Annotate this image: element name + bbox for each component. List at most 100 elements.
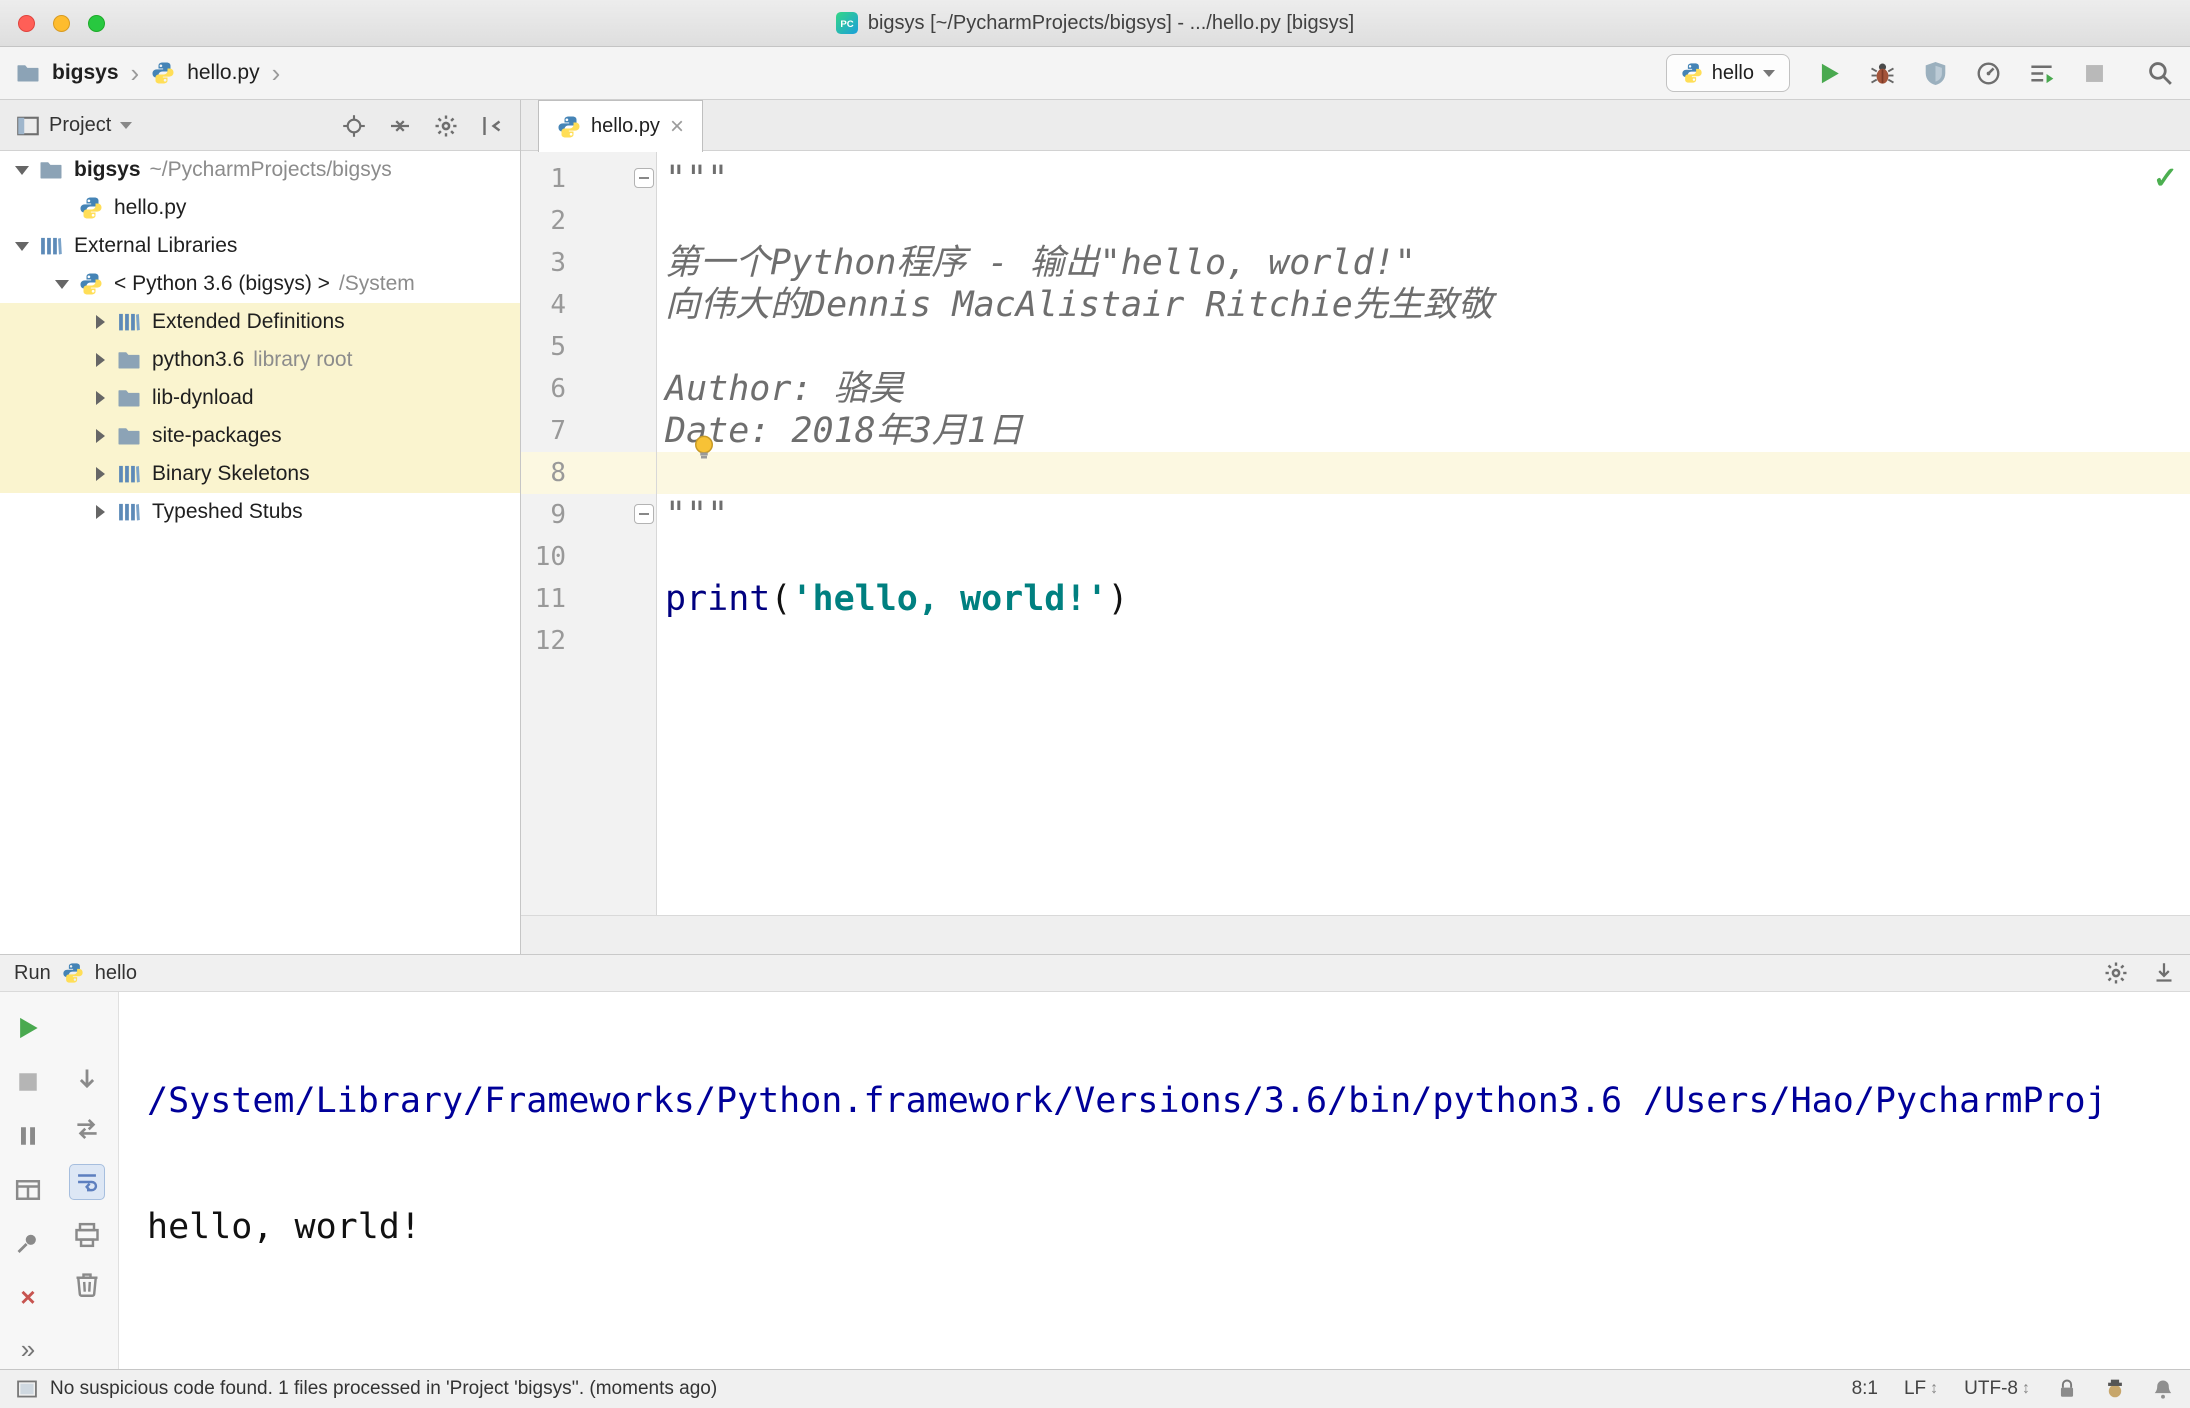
hide-panel-icon[interactable] (480, 114, 504, 138)
tree-item-typeshed-stubs[interactable]: Typeshed Stubs (0, 493, 520, 531)
settings-gear-icon[interactable] (434, 114, 458, 138)
gutter-cell[interactable]: 9 (521, 494, 656, 536)
rerun-button[interactable] (14, 1014, 42, 1042)
code-paren: ) (1107, 579, 1129, 619)
gutter-cell[interactable]: 1 (521, 158, 656, 200)
gutter-cell[interactable]: 8 (521, 452, 656, 494)
stop-button[interactable] (14, 1068, 42, 1096)
zoom-window-button[interactable] (88, 15, 105, 32)
collapsed-arrow-icon[interactable] (95, 467, 105, 481)
code-line[interactable]: 6 Author: 骆昊 (521, 368, 2190, 410)
run-config-name[interactable]: hello (95, 962, 137, 985)
hector-inspection-icon[interactable] (2104, 1378, 2126, 1400)
gutter-cell[interactable]: 5 (521, 326, 656, 368)
caret-position-widget[interactable]: 8:1 (1852, 1378, 1878, 1400)
gutter-cell[interactable]: 4 (521, 284, 656, 326)
gutter-cell[interactable]: 11 (521, 578, 656, 620)
tree-item-external-libraries[interactable]: External Libraries (0, 227, 520, 265)
code-editor[interactable]: 1 """ 2 3 第一个Python程序 - 输出"hello, world!… (521, 151, 2190, 915)
stop-button[interactable] (2081, 60, 2108, 87)
code-string-literal: 'hello, world!' (791, 579, 1108, 619)
code-line[interactable]: 4 向伟大的Dennis MacAlistair Ritchie先生致敬 (521, 284, 2190, 326)
code-line[interactable]: 9 """ (521, 494, 2190, 536)
collapsed-arrow-icon[interactable] (95, 353, 105, 367)
pin-tab-button[interactable] (14, 1230, 42, 1258)
editor-bottom-strip (521, 915, 2190, 954)
notifications-bell-icon[interactable] (2152, 1378, 2174, 1400)
status-message[interactable]: No suspicious code found. 1 files proces… (50, 1378, 717, 1400)
soft-wrap-toggle[interactable] (69, 1164, 105, 1200)
coverage-button[interactable] (1922, 60, 1949, 87)
code-line[interactable]: 3 第一个Python程序 - 输出"hello, world!" (521, 242, 2190, 284)
more-actions-icon[interactable]: » (21, 1336, 35, 1362)
breadcrumb-file[interactable]: hello.py (187, 61, 259, 85)
gutter-cell[interactable]: 3 (521, 242, 656, 284)
code-line[interactable]: 12 (521, 620, 2190, 662)
restore-layout-button[interactable] (14, 1176, 42, 1204)
project-panel-title[interactable]: Project (49, 114, 111, 137)
collapsed-arrow-icon[interactable] (95, 315, 105, 329)
run-console[interactable]: /System/Library/Frameworks/Python.framew… (119, 992, 2190, 1369)
tree-item-bigsys-root[interactable]: bigsys ~/PycharmProjects/bigsys (0, 151, 520, 189)
inspection-ok-icon[interactable]: ✓ (2153, 161, 2178, 196)
print-button[interactable] (73, 1221, 101, 1249)
run-panel-title[interactable]: Run (14, 962, 51, 985)
gutter-cell[interactable]: 2 (521, 200, 656, 242)
tree-item-hello-py[interactable]: hello.py (0, 189, 520, 227)
breadcrumb-project[interactable]: bigsys (52, 61, 119, 85)
code-line[interactable]: 2 (521, 200, 2190, 242)
expanded-arrow-icon[interactable] (15, 241, 29, 251)
toolbar-actions: hello (1665, 54, 2174, 92)
collapsed-arrow-icon[interactable] (95, 429, 105, 443)
settings-gear-icon[interactable] (2104, 961, 2128, 985)
close-tab-icon[interactable]: × (670, 114, 684, 139)
background-tasks-icon[interactable] (16, 1378, 38, 1400)
code-line[interactable]: 7 Date: 2018年3月1日 (521, 410, 2190, 452)
scroll-from-source-icon[interactable] (342, 114, 366, 138)
tree-item-site-packages[interactable]: site-packages (0, 417, 520, 455)
collapsed-arrow-icon[interactable] (95, 391, 105, 405)
collapse-all-icon[interactable] (388, 114, 412, 138)
tree-item-python36-library-root[interactable]: python3.6 library root (0, 341, 520, 379)
scroll-to-end-icon[interactable] (2152, 961, 2176, 985)
tree-item-extended-definitions[interactable]: Extended Definitions (0, 303, 520, 341)
panel-splitter[interactable] (520, 100, 521, 954)
tree-item-lib-dynload[interactable]: lib-dynload (0, 379, 520, 417)
run-with-console-button[interactable] (2028, 60, 2055, 87)
code-line-current[interactable]: 8 (521, 452, 2190, 494)
fold-marker-icon[interactable] (634, 168, 654, 188)
search-everywhere-button[interactable] (2146, 59, 2174, 87)
gutter-cell[interactable]: 7 (521, 410, 656, 452)
code-line[interactable]: 10 (521, 536, 2190, 578)
run-configuration-selector[interactable]: hello (1665, 54, 1790, 92)
fold-marker-icon[interactable] (634, 504, 654, 524)
collapsed-arrow-icon[interactable] (95, 505, 105, 519)
expanded-arrow-icon[interactable] (15, 165, 29, 175)
intention-lightbulb-icon[interactable] (689, 433, 719, 463)
gutter-cell[interactable]: 6 (521, 368, 656, 410)
swap-arrows-button[interactable] (73, 1115, 101, 1143)
expanded-arrow-icon[interactable] (55, 279, 69, 289)
line-number: 11 (534, 584, 566, 614)
close-window-button[interactable] (18, 15, 35, 32)
code-line-print[interactable]: 11 print('hello, world!') (521, 578, 2190, 620)
code-line[interactable]: 1 """ (521, 158, 2190, 200)
editor-tab-hello-py[interactable]: hello.py × (538, 100, 703, 152)
gutter-cell[interactable]: 10 (521, 536, 656, 578)
encoding-widget[interactable]: UTF-8 ↕ (1964, 1378, 2030, 1400)
tree-item-python-sdk[interactable]: < Python 3.6 (bigsys) > /System (0, 265, 520, 303)
line-separator-widget[interactable]: LF ↕ (1904, 1378, 1938, 1400)
down-stack-trace-button[interactable] (73, 1066, 101, 1094)
run-button[interactable] (1816, 60, 1843, 87)
gutter-cell[interactable]: 12 (521, 620, 656, 662)
close-panel-button[interactable]: × (20, 1284, 35, 1310)
chevron-down-icon[interactable] (120, 122, 133, 129)
code-line[interactable]: 5 (521, 326, 2190, 368)
profiler-button[interactable] (1975, 60, 2002, 87)
lock-icon[interactable] (2056, 1378, 2078, 1400)
tree-item-binary-skeletons[interactable]: Binary Skeletons (0, 455, 520, 493)
clear-console-button[interactable] (73, 1270, 101, 1298)
pause-output-button[interactable] (14, 1122, 42, 1150)
debug-button[interactable] (1869, 60, 1896, 87)
minimize-window-button[interactable] (53, 15, 70, 32)
